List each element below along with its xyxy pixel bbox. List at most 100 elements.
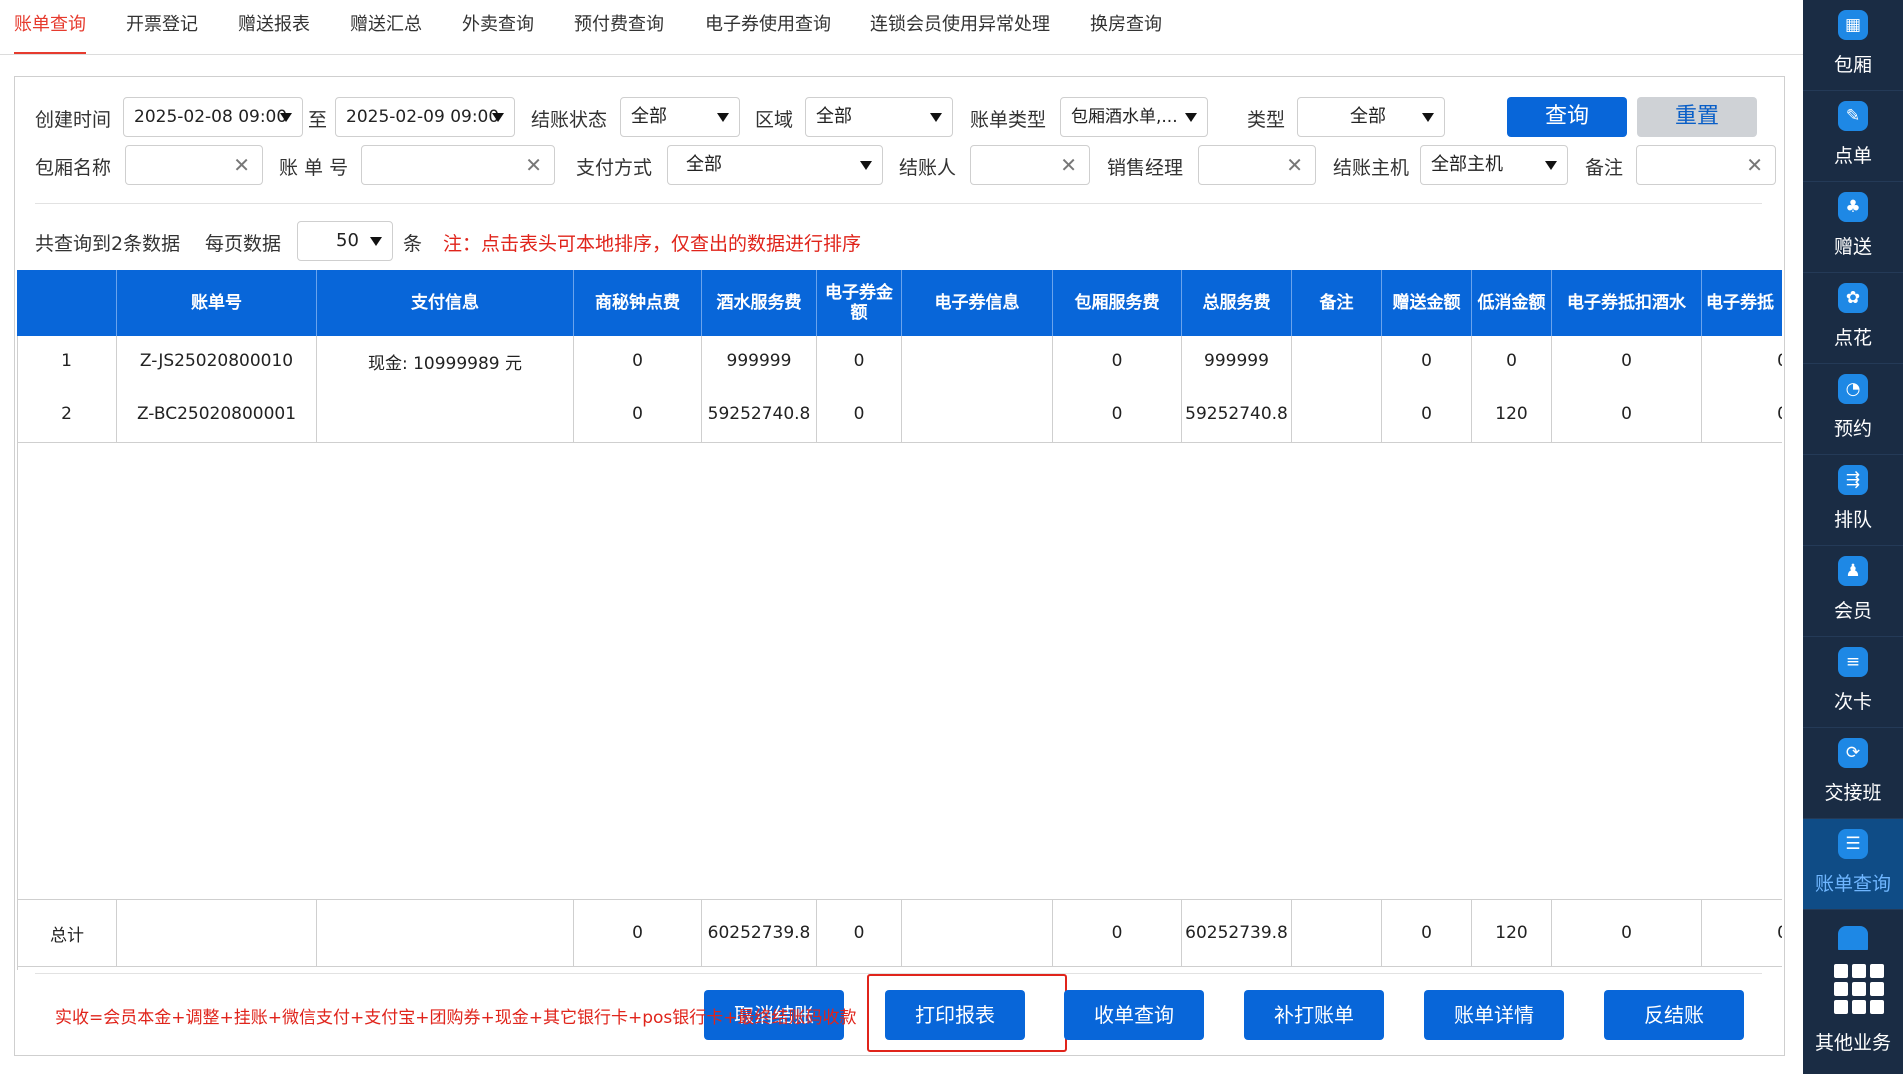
table-row[interactable]: 1 Z-JS25020800010 现金: 10999989 元 0 99999…	[17, 336, 1782, 387]
tab-chain-member-exception[interactable]: 连锁会员使用异常处理	[870, 0, 1050, 52]
header-ecoupon-deduction[interactable]: 电子券抵	[1702, 270, 1782, 336]
top-tab-bar: 账单查询 开票登记 赠送报表 赠送汇总 外卖查询 预付费查询 电子券使用查询 连…	[0, 0, 1803, 55]
bill-table: 账单号 支付信息 商秘钟点费 酒水服务费 电子券金额 电子券信息 包厢服务费 总…	[17, 270, 1782, 970]
type-value: 全部	[1350, 106, 1386, 127]
per-page-label: 每页数据	[205, 233, 282, 255]
cell-ecoupon-drink-deduction: 0	[1552, 386, 1702, 442]
tab-gift-summary[interactable]: 赠送汇总	[350, 0, 422, 52]
per-page-select[interactable]: 50	[297, 221, 393, 261]
tab-gift-report[interactable]: 赠送报表	[238, 0, 310, 52]
more-business-label[interactable]: 其他业务	[1803, 1028, 1903, 1055]
sidebar-item-order[interactable]: ✎ 点单	[1803, 91, 1903, 182]
table-row[interactable]: 2 Z-BC25020800001 0 59252740.8 0 0 59252…	[17, 386, 1782, 443]
header-bill-no[interactable]: 账单号	[117, 270, 317, 336]
end-time-value: 2025-02-09 09:00	[346, 107, 500, 127]
reservation-icon: ◔	[1838, 374, 1868, 404]
sidebar-item-label: 会员	[1833, 600, 1872, 622]
sidebar-item-label: 次卡	[1833, 691, 1872, 713]
bill-no-input[interactable]: ✕	[361, 145, 555, 185]
sidebar-item-label: 账单查询	[1814, 873, 1891, 895]
clear-icon[interactable]: ✕	[1060, 146, 1077, 184]
tab-prepaid-query[interactable]: 预付费查询	[574, 0, 664, 52]
header-hourly-fee[interactable]: 商秘钟点费	[574, 270, 702, 336]
sidebar-item-label: 排队	[1833, 509, 1872, 531]
room-name-label: 包厢名称	[35, 157, 112, 179]
sidebar-item-bill-query[interactable]: ☰ 账单查询	[1803, 819, 1903, 910]
cell-total-ecoupon-amount: 0	[817, 900, 902, 966]
pay-method-select[interactable]: 全部	[667, 145, 883, 185]
cashier-input[interactable]: ✕	[970, 145, 1090, 185]
punch-card-icon: ≡	[1838, 647, 1868, 677]
header-ecoupon-amount[interactable]: 电子券金额	[817, 270, 902, 336]
bill-detail-button[interactable]: 账单详情	[1424, 990, 1564, 1040]
sidebar-item-queue[interactable]: ⇶ 排队	[1803, 455, 1903, 546]
cell-gift-amount: 0	[1382, 386, 1472, 442]
cell-drink-service-fee: 59252740.8	[702, 386, 817, 442]
cell-room-service-fee: 0	[1053, 386, 1182, 442]
sidebar-item-reservation[interactable]: ◔ 预约	[1803, 364, 1903, 455]
status-label: 结账状态	[531, 109, 608, 131]
bill-type-select[interactable]: 包厢酒水单,...	[1060, 97, 1208, 137]
area-select[interactable]: 全部	[805, 97, 953, 137]
sidebar-item-rooms[interactable]: ▦ 包厢	[1803, 0, 1903, 91]
clear-icon[interactable]: ✕	[525, 146, 542, 184]
cell-total-room-service-fee: 0	[1053, 900, 1182, 966]
sidebar-item-partial[interactable]	[1803, 910, 1903, 950]
tab-ecoupon-query[interactable]: 电子券使用查询	[705, 0, 831, 52]
reset-button[interactable]: 重置	[1637, 97, 1757, 137]
sidebar-item-shift-handover[interactable]: ⟳ 交接班	[1803, 728, 1903, 819]
bill-type-value: 包厢酒水单,...	[1071, 107, 1178, 127]
host-select[interactable]: 全部主机	[1420, 145, 1568, 185]
reverse-checkout-button[interactable]: 反结账	[1604, 990, 1744, 1040]
type-select[interactable]: 全部	[1297, 97, 1445, 137]
cell-ecoupon-drink-deduction: 0	[1552, 336, 1702, 386]
tab-invoice-register[interactable]: 开票登记	[126, 0, 198, 52]
income-formula-note: 实收=会员本金+调整+挂账+微信支付+支付宝+团购券+现金+其它银行卡+pos银…	[55, 1008, 857, 1028]
header-gift-amount[interactable]: 赠送金额	[1382, 270, 1472, 336]
header-ecoupon-info[interactable]: 电子券信息	[902, 270, 1053, 336]
cell-ecoupon-info	[902, 336, 1053, 386]
reprint-bill-button[interactable]: 补打账单	[1244, 990, 1384, 1040]
receipt-query-button[interactable]: 收单查询	[1064, 990, 1204, 1040]
header-index[interactable]	[17, 270, 117, 336]
header-remark[interactable]: 备注	[1292, 270, 1382, 336]
header-drink-service-fee[interactable]: 酒水服务费	[702, 270, 817, 336]
tab-takeout-query[interactable]: 外卖查询	[462, 0, 534, 52]
header-total-service-fee[interactable]: 总服务费	[1182, 270, 1292, 336]
sidebar-item-punch-card[interactable]: ≡ 次卡	[1803, 637, 1903, 728]
host-label: 结账主机	[1333, 157, 1410, 179]
remark-input[interactable]: ✕	[1636, 145, 1776, 185]
cell-total-bill-no	[117, 900, 317, 966]
end-time-picker[interactable]: 2025-02-09 09:00	[335, 97, 515, 137]
status-select[interactable]: 全部	[620, 97, 740, 137]
caret-down-icon	[370, 237, 382, 246]
clear-icon[interactable]: ✕	[1286, 146, 1303, 184]
room-name-input[interactable]: ✕	[125, 145, 263, 185]
sort-note: 注：点击表头可本地排序，仅查出的数据进行排序	[443, 233, 862, 255]
start-time-picker[interactable]: 2025-02-08 09:00	[123, 97, 303, 137]
header-min-spend[interactable]: 低消金额	[1472, 270, 1552, 336]
print-report-button[interactable]: 打印报表	[885, 990, 1025, 1040]
cell-min-spend: 0	[1472, 336, 1552, 386]
query-button[interactable]: 查询	[1507, 97, 1627, 137]
caret-down-icon	[492, 113, 504, 122]
sales-manager-input[interactable]: ✕	[1198, 145, 1316, 185]
header-ecoupon-drink-deduction[interactable]: 电子券抵扣酒水	[1552, 270, 1702, 336]
cell-total-ecoupon-info	[902, 900, 1053, 966]
clear-icon[interactable]: ✕	[233, 146, 250, 184]
bill-no-label: 账 单 号	[279, 157, 349, 179]
tab-bill-query[interactable]: 账单查询	[14, 0, 86, 54]
cell-total-service-fee: 999999	[1182, 336, 1292, 386]
cell-bill-no: Z-BC25020800001	[117, 386, 317, 442]
grid-menu-icon[interactable]	[1834, 964, 1884, 1014]
order-icon: ✎	[1838, 101, 1868, 131]
tab-room-change-query[interactable]: 换房查询	[1090, 0, 1162, 52]
clear-icon[interactable]: ✕	[1746, 146, 1763, 184]
sidebar-item-member[interactable]: ♟ 会员	[1803, 546, 1903, 637]
cell-total-service-fee: 59252740.8	[1182, 386, 1292, 442]
sidebar-item-gift[interactable]: ♣ 赠送	[1803, 182, 1903, 273]
header-pay-info[interactable]: 支付信息	[317, 270, 574, 336]
header-room-service-fee[interactable]: 包厢服务费	[1053, 270, 1182, 336]
cashier-label: 结账人	[899, 157, 957, 179]
sidebar-item-flowers[interactable]: ✿ 点花	[1803, 273, 1903, 364]
